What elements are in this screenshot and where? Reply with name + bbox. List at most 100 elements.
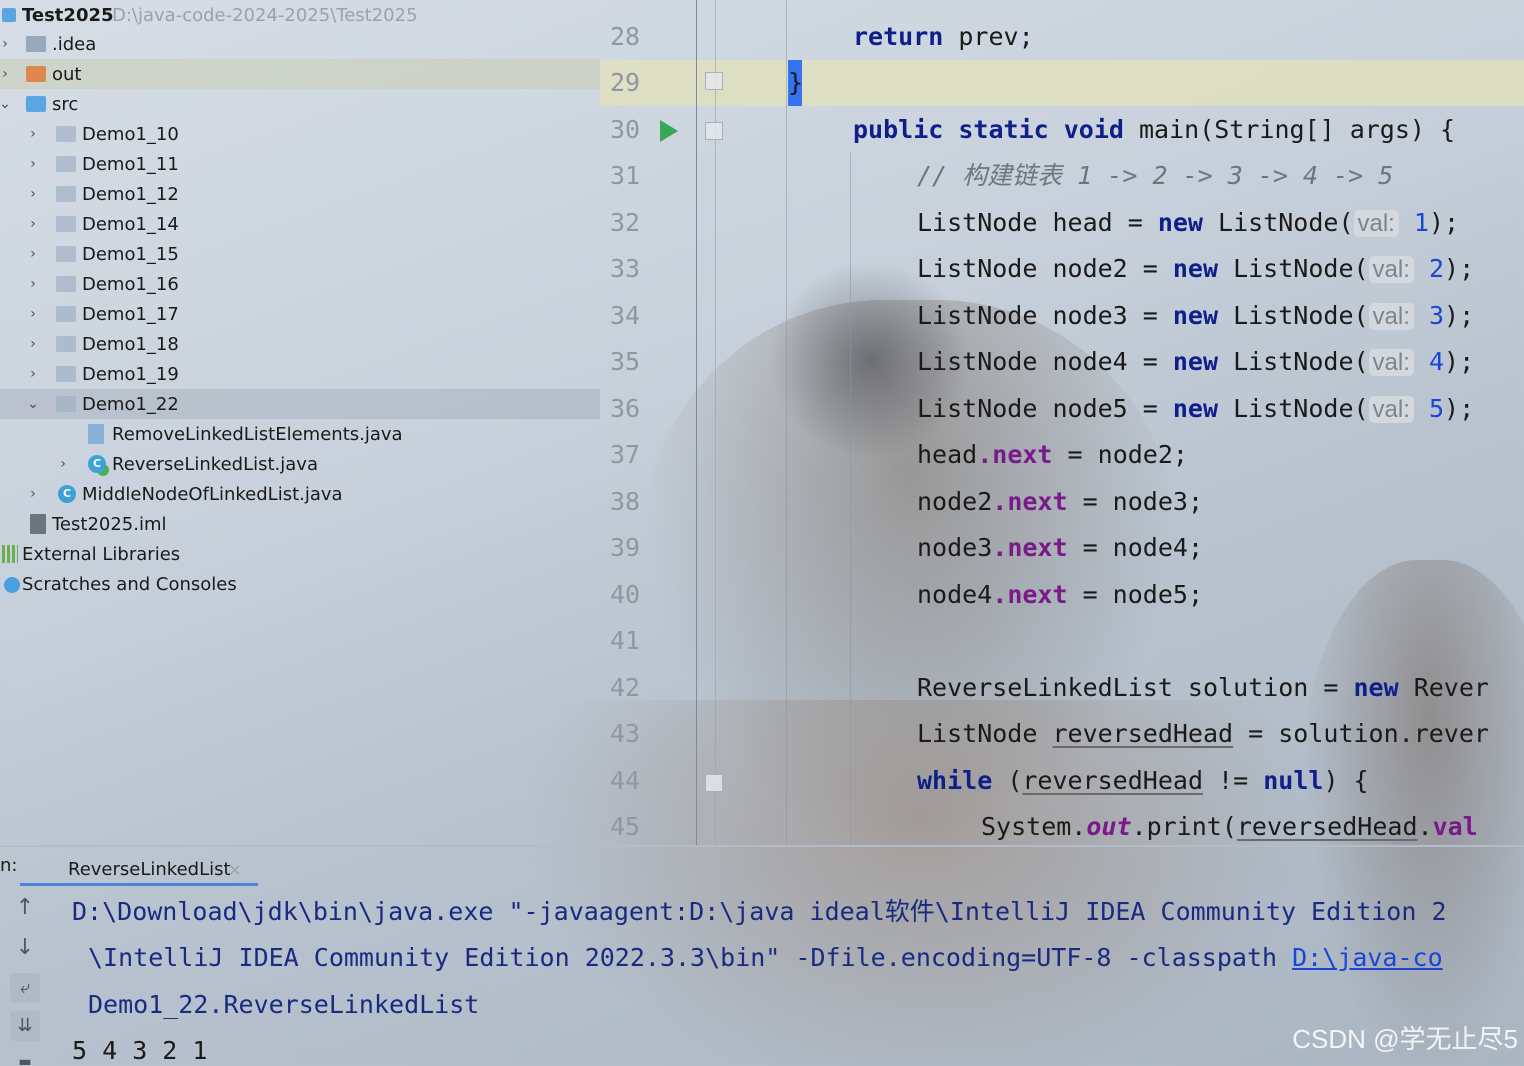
chevron-right-icon[interactable]: › xyxy=(26,487,40,501)
tree-item-package-open[interactable]: ⌄ Demo1_22 xyxy=(0,389,600,419)
chevron-right-icon[interactable]: › xyxy=(26,307,40,321)
run-tab-prefix: n: xyxy=(0,855,18,876)
print-icon[interactable]: ▬ xyxy=(10,1047,40,1066)
code-line: System.out.print(reversedHead.val xyxy=(981,812,1478,841)
folder-icon xyxy=(26,66,46,82)
tree-item-label: Demo1_10 xyxy=(82,123,179,145)
active-tab-indicator xyxy=(20,883,258,886)
tree-item-idea[interactable]: › .idea xyxy=(0,29,600,59)
tree-item-file[interactable]: › C ReverseLinkedList.java xyxy=(0,449,600,479)
tree-item-scratches[interactable]: Scratches and Consoles xyxy=(0,569,600,599)
close-icon[interactable]: × xyxy=(228,860,241,879)
tree-item-label: Scratches and Consoles xyxy=(22,573,237,595)
watermark: CSDN @学无止尽5 xyxy=(1292,1024,1518,1054)
chevron-right-icon[interactable]: › xyxy=(0,67,12,81)
tree-item-package[interactable]: › Demo1_15 xyxy=(0,239,600,269)
package-icon xyxy=(56,396,76,412)
code-line: ReverseLinkedList solution = new Rever xyxy=(917,673,1489,702)
module-icon xyxy=(2,8,16,22)
tree-item-label: Demo1_15 xyxy=(82,243,179,265)
package-icon xyxy=(56,186,76,202)
soft-wrap-icon[interactable]: ⤶ xyxy=(10,973,40,1003)
java-file-icon xyxy=(88,424,104,444)
tree-item-out[interactable]: › out xyxy=(0,59,600,89)
tree-item-label: MiddleNodeOfLinkedList.java xyxy=(82,483,343,505)
tree-item-label: out xyxy=(52,63,82,85)
chevron-right-icon[interactable]: › xyxy=(26,247,40,261)
chevron-right-icon[interactable]: › xyxy=(26,217,40,231)
project-root[interactable]: Test2025 D:\java-code-2024-2025\Test2025 xyxy=(0,0,600,30)
code-line: while (reversedHead != null) { xyxy=(917,766,1369,795)
parameter-hint: val: xyxy=(1368,256,1414,283)
chevron-right-icon[interactable]: › xyxy=(26,367,40,381)
chevron-right-icon[interactable]: › xyxy=(56,457,70,471)
project-root-path: D:\java-code-2024-2025\Test2025 xyxy=(112,4,418,26)
code-line: node4.next = node5; xyxy=(917,580,1203,609)
arrow-up-icon[interactable]: ↑ xyxy=(10,893,40,923)
tree-item-label: Demo1_17 xyxy=(82,303,179,325)
code-line: ListNode reversedHead = solution.rever xyxy=(917,719,1489,748)
tree-item-label: ReverseLinkedList.java xyxy=(112,453,318,475)
run-tab-bar: n: ReverseLinkedList × xyxy=(0,847,1524,887)
parameter-hint: val: xyxy=(1368,303,1414,330)
current-line-highlight xyxy=(600,60,1524,106)
run-icon[interactable] xyxy=(660,120,678,142)
tree-item-package[interactable]: › Demo1_19 xyxy=(0,359,600,389)
package-icon xyxy=(56,276,76,292)
code-line: return prev; xyxy=(853,22,1034,51)
tree-item-label: External Libraries xyxy=(22,543,181,565)
tree-item-package[interactable]: › Demo1_17 xyxy=(0,299,600,329)
tree-item-label: Demo1_11 xyxy=(82,153,179,175)
code-line: head.next = node2; xyxy=(917,440,1188,469)
console-output: 5 4 3 2 1 xyxy=(72,1036,208,1065)
tree-item-package[interactable]: › Demo1_16 xyxy=(0,269,600,299)
tree-item-package[interactable]: › Demo1_12 xyxy=(0,179,600,209)
package-icon xyxy=(56,366,76,382)
tree-item-package[interactable]: › Demo1_11 xyxy=(0,149,600,179)
chevron-right-icon[interactable]: › xyxy=(0,37,12,51)
tree-item-label: Test2025.iml xyxy=(52,513,167,535)
code-line: node2.next = node3; xyxy=(917,487,1203,516)
tree-item-external-libraries[interactable]: External Libraries xyxy=(0,539,600,569)
scroll-to-end-icon[interactable]: ⇊ xyxy=(10,1011,40,1041)
tree-item-file[interactable]: RemoveLinkedListElements.java xyxy=(0,419,600,449)
line-number: 35 xyxy=(610,347,641,376)
chevron-right-icon[interactable]: › xyxy=(26,127,40,141)
tree-item-package[interactable]: › Demo1_14 xyxy=(0,209,600,239)
tree-item-package[interactable]: › Demo1_10 xyxy=(0,119,600,149)
code-line: ListNode node4 = new ListNode(val: 4); xyxy=(917,347,1475,376)
folder-icon xyxy=(26,96,46,112)
chevron-right-icon[interactable]: › xyxy=(26,157,40,171)
chevron-right-icon[interactable]: › xyxy=(26,337,40,351)
arrow-down-icon[interactable]: ↓ xyxy=(10,933,40,963)
chevron-right-icon[interactable]: › xyxy=(26,187,40,201)
parameter-hint: val: xyxy=(1353,210,1399,237)
java-class-icon: C xyxy=(58,485,76,503)
classpath-link[interactable]: D:\java-co xyxy=(1292,943,1443,972)
fold-icon[interactable] xyxy=(705,72,723,90)
indent-guide xyxy=(786,0,787,845)
text-caret: } xyxy=(788,60,803,106)
line-number: 41 xyxy=(610,626,641,655)
tree-item-package[interactable]: › Demo1_18 xyxy=(0,329,600,359)
tree-item-src[interactable]: ⌄ src xyxy=(0,89,600,119)
folder-icon xyxy=(26,36,46,52)
tree-item-file[interactable]: › C MiddleNodeOfLinkedList.java xyxy=(0,479,600,509)
code-comment: // 构建链表 1 -> 2 -> 3 -> 4 -> 5 xyxy=(917,161,1394,190)
chevron-right-icon[interactable]: › xyxy=(26,277,40,291)
line-number: 39 xyxy=(610,533,641,562)
chevron-down-icon[interactable]: ⌄ xyxy=(0,97,12,111)
java-class-run-icon: C xyxy=(88,455,106,473)
chevron-down-icon[interactable]: ⌄ xyxy=(26,397,40,411)
line-number: 44 xyxy=(610,766,641,795)
package-icon xyxy=(56,306,76,322)
code-editor[interactable]: 28 29 30 31 32 33 34 35 36 37 38 39 40 4… xyxy=(600,0,1524,845)
fold-icon[interactable] xyxy=(705,774,723,792)
tree-item-file[interactable]: Test2025.iml xyxy=(0,509,600,539)
line-number: 43 xyxy=(610,719,641,748)
run-tab-label: ReverseLinkedList xyxy=(68,858,231,880)
line-number: 33 xyxy=(610,254,641,283)
code-line: ListNode node2 = new ListNode(val: 2); xyxy=(917,254,1475,283)
tree-item-label: Demo1_14 xyxy=(82,213,179,235)
fold-icon[interactable] xyxy=(705,122,723,140)
